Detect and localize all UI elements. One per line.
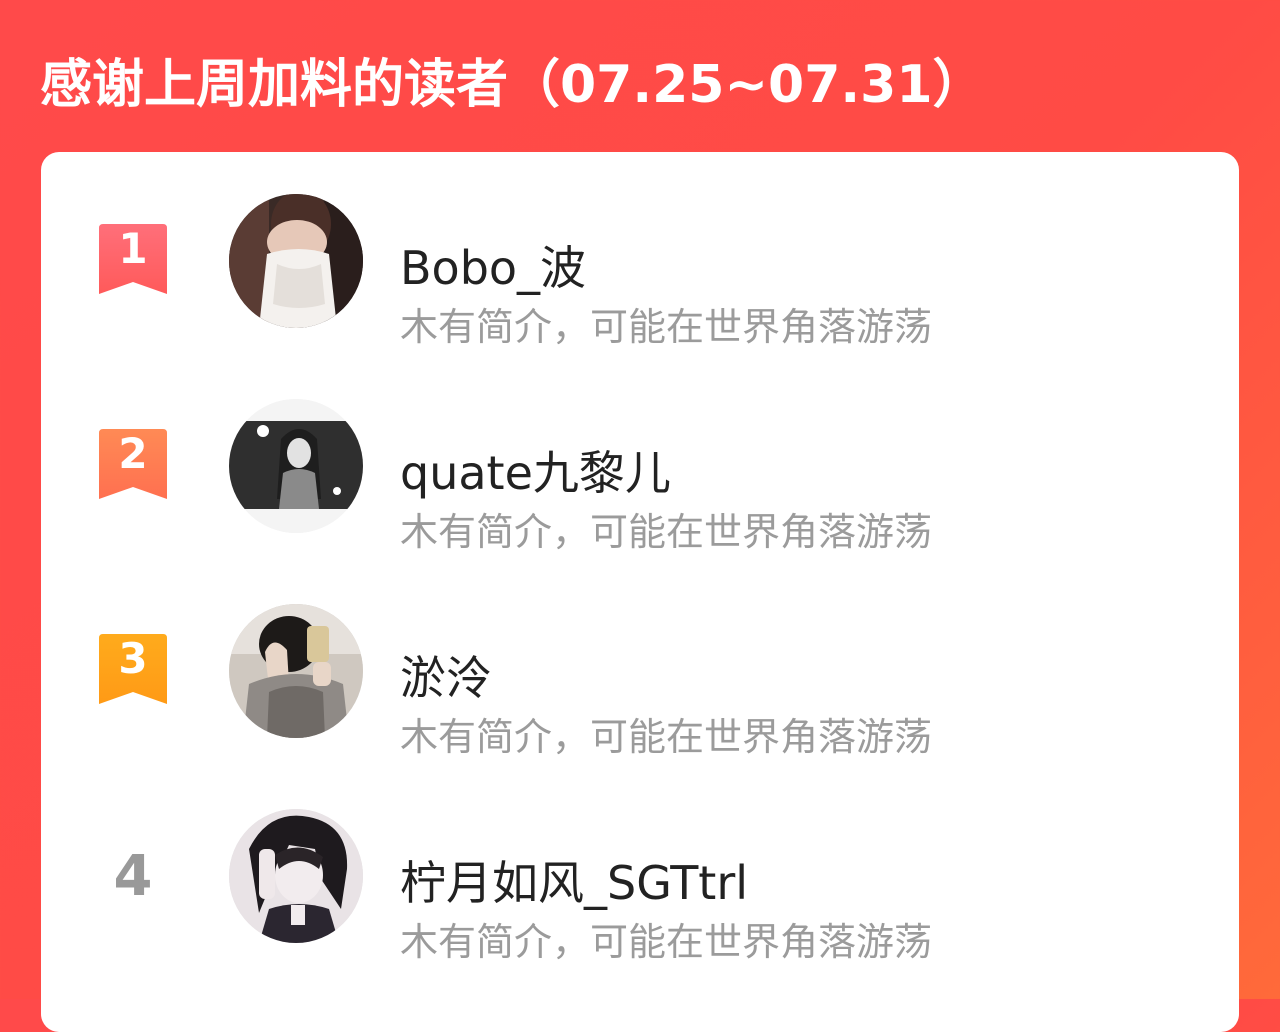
reader-row[interactable]: 1 Bobo_波 木有简介，可能在世界角落游荡	[41, 192, 1239, 349]
avatar[interactable]	[229, 399, 363, 533]
avatar[interactable]	[229, 604, 363, 738]
reader-name: Bobo_波	[400, 241, 587, 295]
reader-desc: 木有简介，可能在世界角落游荡	[400, 715, 933, 759]
reader-name: 柠月如风_SGTtrl	[400, 856, 749, 910]
readers-card: 1 Bobo_波 木有简介，可能在世界角落游荡 2 quate九黎儿 木有简介，…	[41, 152, 1239, 1032]
reader-row[interactable]: 3 淤泠 木有简介，可能在世界角落游荡	[41, 602, 1239, 759]
rank-number: 1	[118, 224, 148, 273]
reader-desc: 木有简介，可能在世界角落游荡	[400, 305, 933, 349]
reader-row[interactable]: 4 柠月如风_SGTtrl 木有简介，可能在世界角落游荡	[41, 807, 1239, 964]
rank-number: 2	[118, 429, 148, 478]
rank-badge-2: 2	[99, 429, 167, 505]
rank-number: 3	[118, 634, 148, 683]
rank-badge-3: 3	[99, 634, 167, 710]
reader-name: quate九黎儿	[400, 446, 671, 500]
reader-name: 淤泠	[400, 651, 492, 705]
avatar[interactable]	[229, 194, 363, 328]
avatar[interactable]	[229, 809, 363, 943]
rank-badge-1: 1	[99, 224, 167, 300]
page-title: 感谢上周加料的读者（07.25~07.31）	[40, 55, 985, 115]
reader-desc: 木有简介，可能在世界角落游荡	[400, 920, 933, 964]
reader-desc: 木有简介，可能在世界角落游荡	[400, 510, 933, 554]
reader-row[interactable]: 2 quate九黎儿 木有简介，可能在世界角落游荡	[41, 397, 1239, 554]
rank-number: 4	[113, 844, 153, 909]
